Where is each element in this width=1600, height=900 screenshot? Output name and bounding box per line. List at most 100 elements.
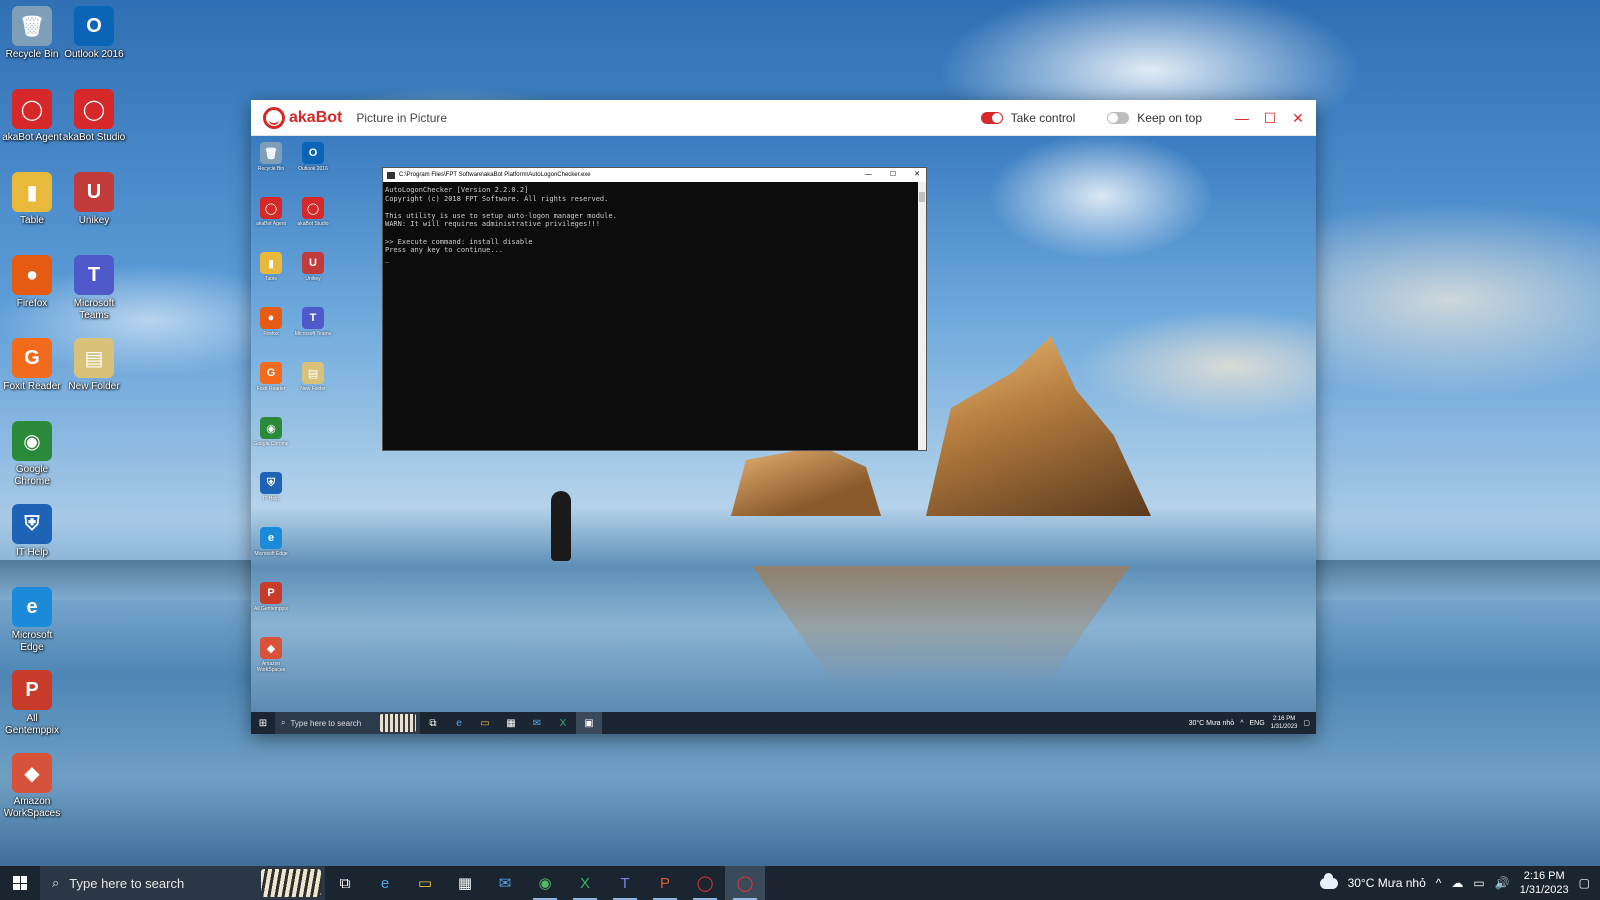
taskbar-search-box[interactable]: ⌕ Type here to search (40, 866, 325, 900)
minimize-button[interactable]: — (1234, 110, 1250, 126)
edge-icon[interactable]: e (365, 866, 405, 900)
desktop-icon[interactable]: O Outlook 2016 (61, 6, 127, 61)
desktop-icon-label: Outlook 2016 (64, 49, 124, 60)
remote-desktop-icon[interactable]: ◯ akaBot Agent (251, 197, 291, 227)
desktop-icon[interactable]: ● Firefox (0, 255, 65, 310)
remote-task-view-icon[interactable]: ⧉ (420, 712, 446, 734)
akabot-agent-icon[interactable]: ◯ (685, 866, 725, 900)
remote-console-task-icon[interactable]: ▣ (576, 712, 602, 734)
remote-desktop-icon[interactable]: P All Gentemppix (251, 582, 291, 612)
app-icon: ▮ (260, 252, 282, 274)
remote-store-icon[interactable]: ▦ (498, 712, 524, 734)
app-icon: T (302, 307, 324, 329)
remote-desktop-icon[interactable]: O Outlook 2016 (293, 142, 333, 172)
app-icon: ▤ (74, 338, 114, 378)
take-control-toggle-row[interactable]: Take control (980, 111, 1075, 125)
app-icon: ▮ (12, 172, 52, 212)
teams-icon[interactable]: T (605, 866, 645, 900)
remote-desktop-icon[interactable]: e Microsoft Edge (251, 527, 291, 557)
remote-weather[interactable]: 30°C Mưa nhỏ (1189, 720, 1235, 727)
store-icon[interactable]: ▦ (445, 866, 485, 900)
mail-icon[interactable]: ✉ (485, 866, 525, 900)
desktop-icon[interactable]: ⛨ IT Help (0, 504, 65, 559)
remote-desktop-icon[interactable]: ▤ New Folder (293, 362, 333, 392)
volume-icon[interactable]: 🔊 (1495, 876, 1510, 890)
weather-text[interactable]: 30°C Mưa nhỏ (1348, 876, 1426, 890)
weather-cloud-icon (1319, 872, 1338, 889)
remote-desktop-icon[interactable]: ● Firefox (251, 307, 291, 337)
remote-desktop-icon[interactable]: ▮ Table (251, 252, 291, 282)
keep-on-top-toggle-row[interactable]: Keep on top (1107, 111, 1202, 125)
maximize-button[interactable]: ☐ (1262, 110, 1278, 126)
desktop-icon[interactable]: 🗑 Recycle Bin (0, 6, 65, 61)
akabot-pip-icon[interactable]: ◯ (725, 866, 765, 900)
console-titlebar[interactable]: C:\Program Files\FPT Software\akaBot Pla… (383, 168, 926, 182)
console-window[interactable]: C:\Program Files\FPT Software\akaBot Pla… (382, 167, 927, 451)
network-icon[interactable]: ▭ (1473, 876, 1484, 890)
remote-desktop-icon-label: Amazon WorkSpaces (256, 661, 286, 673)
remote-clock[interactable]: 2:16 PM 1/31/2023 (1271, 715, 1298, 731)
desktop-icon[interactable]: ◯ akaBot Agent (0, 89, 65, 144)
remote-desktop-icon[interactable]: T Microsoft Teams (293, 307, 333, 337)
app-icon: O (302, 142, 324, 164)
desktop-icon[interactable]: ▮ Table (0, 172, 65, 227)
close-button[interactable]: ✕ (1290, 110, 1306, 126)
remote-language[interactable]: ENG (1250, 720, 1265, 727)
powerpoint-icon[interactable]: P (645, 866, 685, 900)
task-view-icon[interactable]: ⧉ (325, 866, 365, 900)
clock[interactable]: 2:16 PM 1/31/2023 (1520, 869, 1569, 897)
console-output[interactable]: AutoLogonChecker [Version 2.2.0.2] Copyr… (383, 182, 926, 267)
remote-desktop-icon-label: Microsoft Edge (254, 551, 288, 557)
onedrive-icon[interactable]: ☁ (1451, 876, 1463, 890)
remote-desktop-icon[interactable]: 🗑 Recycle Bin (251, 142, 291, 172)
desktop-icon[interactable]: T Microsoft Teams (61, 255, 127, 322)
remote-desktop-icon[interactable]: ◆ Amazon WorkSpaces (251, 637, 291, 673)
console-scrollbar[interactable] (918, 182, 926, 450)
console-minimize-button[interactable]: — (865, 168, 872, 182)
remote-edge-icon[interactable]: e (446, 712, 472, 734)
desktop-icon[interactable]: ◯ akaBot Studio (61, 89, 127, 144)
desktop-icon[interactable]: e Microsoft Edge (0, 587, 65, 654)
chrome-icon[interactable]: ◉ (525, 866, 565, 900)
pip-titlebar[interactable]: akaBot Picture in Picture Take control K… (251, 100, 1316, 136)
remote-search-box[interactable]: ⌕ Type here to search (275, 712, 420, 734)
start-button[interactable] (0, 866, 40, 900)
remote-desktop-icon-label: akaBot Studio (297, 221, 329, 227)
desktop-icon-label: All Gentemppix (5, 713, 59, 736)
remote-desktop-icon[interactable]: U Unikey (293, 252, 333, 282)
desktop-icon[interactable]: U Unikey (61, 172, 127, 227)
search-highlight-image (380, 714, 416, 732)
desktop-icon[interactable]: ◆ Amazon WorkSpaces (0, 753, 65, 820)
desktop-icon[interactable]: ◉ Google Chrome (0, 421, 65, 488)
remote-notification-icon[interactable]: ▢ (1303, 719, 1310, 727)
remote-excel-icon[interactable]: X (550, 712, 576, 734)
remote-desktop-icon[interactable]: ◯ akaBot Studio (293, 197, 333, 227)
desktop-icon[interactable]: G Foxit Reader (0, 338, 65, 393)
remote-mail-icon[interactable]: ✉ (524, 712, 550, 734)
remote-screen[interactable]: 🗑 Recycle Bin O Outlook 2016 ◯ akaBot Agent ◯ a… (251, 136, 1316, 734)
app-icon: P (260, 582, 282, 604)
desktop-icon[interactable]: ▤ New Folder (61, 338, 127, 393)
remote-tray-chevron-icon[interactable]: ^ (1240, 720, 1243, 727)
remote-start-button[interactable]: ⊞ (251, 718, 275, 729)
remote-taskbar: ⊞ ⌕ Type here to search ⧉ e ▭ ▦ ✉ X ▣ 30… (251, 712, 1316, 734)
take-control-toggle[interactable] (980, 112, 1003, 124)
remote-desktop-icon[interactable]: ⛨ IT Help (251, 472, 291, 502)
app-icon: ◉ (260, 417, 282, 439)
desktop-icon[interactable]: P All Gentemppix (0, 670, 65, 737)
app-icon: e (260, 527, 282, 549)
notification-center-icon[interactable]: ▢ (1579, 876, 1590, 890)
console-close-button[interactable]: ✕ (914, 168, 920, 182)
remote-file-explorer-icon[interactable]: ▭ (472, 712, 498, 734)
search-placeholder: Type here to search (69, 875, 185, 891)
remote-desktop-icon[interactable]: ◉ Google Chrome (251, 417, 291, 447)
remote-desktop-icon[interactable]: G Foxit Reader (251, 362, 291, 392)
excel-icon[interactable]: X (565, 866, 605, 900)
console-maximize-button[interactable]: ☐ (890, 168, 896, 182)
pip-subtitle: Picture in Picture (356, 110, 448, 125)
keep-on-top-toggle[interactable] (1107, 112, 1130, 124)
pip-window: akaBot Picture in Picture Take control K… (251, 100, 1316, 734)
tray-chevron-icon[interactable]: ^ (1436, 876, 1442, 890)
desktop-icon-label: Table (20, 215, 44, 226)
file-explorer-icon[interactable]: ▭ (405, 866, 445, 900)
